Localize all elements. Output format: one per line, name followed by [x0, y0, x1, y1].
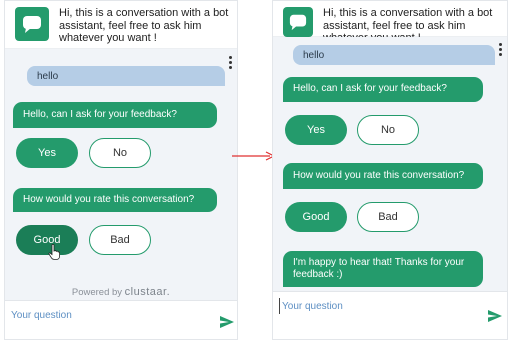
send-arrow-icon[interactable]: [487, 309, 503, 323]
brand-logo: clustaar.: [124, 286, 171, 298]
bot-reply-line: feedback :): [293, 269, 343, 280]
bot-message: Hello, can I ask for your feedback?: [283, 77, 483, 102]
bot-message: Hello, can I ask for your feedback?: [13, 102, 217, 128]
good-button[interactable]: Good: [16, 225, 78, 255]
chat-header: Hi, this is a conversation with a bot as…: [5, 1, 237, 49]
question-input[interactable]: [279, 298, 479, 314]
send-arrow-icon[interactable]: [219, 315, 235, 329]
chat-bubble-icon: [283, 7, 313, 37]
chat-bubble-icon: [15, 7, 49, 41]
header-line: Hi, this is a conversation with a bot: [59, 7, 229, 19]
header-line: whatever you want !: [59, 32, 157, 44]
user-message: hello: [27, 66, 225, 86]
header-line: assistant, feel free to ask him: [323, 19, 466, 32]
hand-pointer-icon: [48, 244, 60, 260]
bot-message: How would you rate this conversation?: [283, 163, 483, 189]
input-bar: [273, 291, 507, 339]
vertical-dots-icon[interactable]: [229, 56, 233, 69]
chat-header: Hi, this is a conversation with a bot as…: [273, 1, 507, 44]
user-message: hello: [293, 45, 495, 65]
input-bar: [5, 300, 237, 339]
yes-button[interactable]: Yes: [285, 115, 347, 145]
powered-by: Powered by clustaar.: [5, 286, 237, 298]
chat-widget-before: Hi, this is a conversation with a bot as…: [4, 0, 238, 340]
header-message: Hi, this is a conversation with a bot as…: [59, 7, 228, 45]
conversation-area: hello Hello, can I ask for your feedback…: [273, 37, 507, 293]
yes-button[interactable]: Yes: [16, 138, 78, 168]
header-line: assistant, feel free to ask him: [59, 19, 202, 32]
bot-reply-line: I'm happy to hear that! Thanks for your: [293, 256, 465, 268]
right-arrow-icon: [232, 151, 276, 161]
no-button[interactable]: No: [357, 115, 419, 145]
powered-by-label: Powered by: [71, 287, 123, 298]
good-button[interactable]: Good: [285, 202, 347, 232]
bad-button[interactable]: Bad: [89, 225, 151, 255]
bad-button[interactable]: Bad: [357, 202, 419, 232]
header-line: Hi, this is a conversation with a bot: [323, 7, 493, 19]
chat-widget-after: Hi, this is a conversation with a bot as…: [272, 0, 508, 340]
vertical-dots-icon[interactable]: [499, 43, 503, 56]
no-button[interactable]: No: [89, 138, 151, 168]
bot-reply: I'm happy to hear that! Thanks for your …: [283, 251, 483, 287]
bot-message: How would you rate this conversation?: [13, 188, 217, 212]
conversation-area: hello Hello, can I ask for your feedback…: [5, 49, 237, 302]
question-input[interactable]: [11, 307, 211, 323]
